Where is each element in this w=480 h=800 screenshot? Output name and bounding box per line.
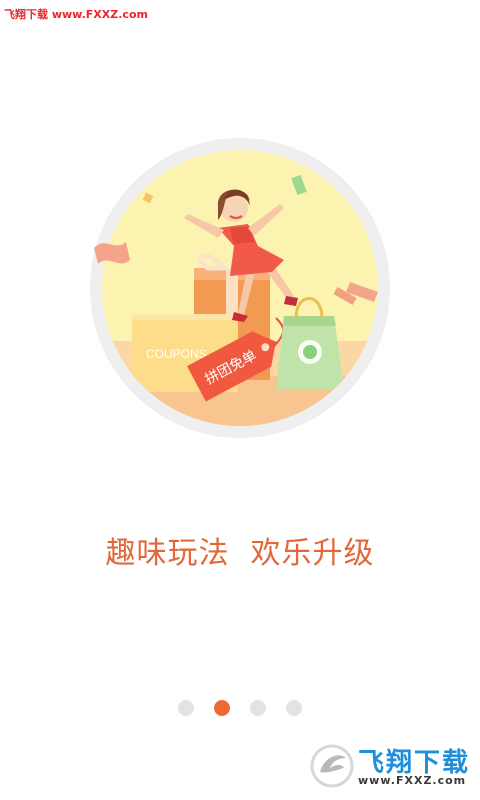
onboarding-screen: 飞翔下载 www.FXXZ.com COUPONS 拼团免单 趣味玩法 欢乐升级… bbox=[0, 0, 480, 800]
watermark-text: 飞翔下载 www.FXXZ.com bbox=[4, 8, 148, 21]
page-dot-2-active[interactable] bbox=[214, 700, 230, 716]
page-indicator bbox=[0, 700, 480, 720]
brand-watermark-logo: 飞翔下载 www.FXXZ.com bbox=[310, 740, 470, 792]
onboarding-slogan: 趣味玩法 欢乐升级 bbox=[105, 536, 375, 571]
brand-url: www.FXXZ.com bbox=[358, 774, 467, 787]
page-dot-4[interactable] bbox=[286, 700, 302, 716]
wing-logo-icon bbox=[310, 744, 354, 788]
shopping-illustration: COUPONS 拼团免单 bbox=[90, 138, 390, 438]
page-dot-1[interactable] bbox=[178, 700, 194, 716]
page-dot-3[interactable] bbox=[250, 700, 266, 716]
coupon-text: COUPONS bbox=[146, 347, 207, 361]
